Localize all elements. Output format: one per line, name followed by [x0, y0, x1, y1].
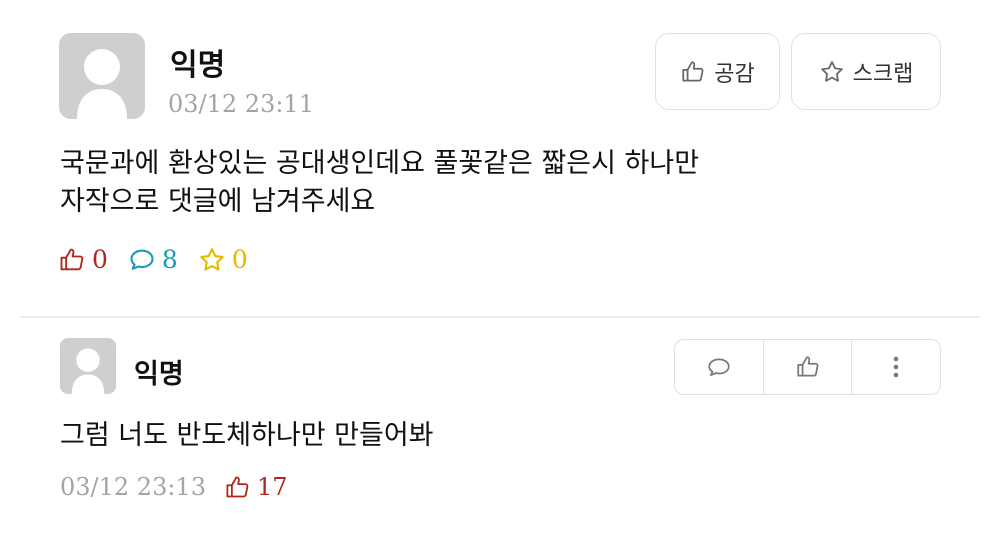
- divider: [20, 316, 980, 318]
- post-author[interactable]: 익명: [170, 40, 225, 84]
- more-button[interactable]: [851, 340, 940, 394]
- comment-bubble-icon: [130, 249, 154, 270]
- more-vertical-icon: [893, 356, 899, 378]
- comment-like-count: 17: [224, 473, 288, 501]
- post-scrap-count: 0: [198, 245, 248, 274]
- post-stats: 0 8 0: [58, 245, 248, 274]
- comment-bubble-icon: [708, 358, 730, 376]
- like-count-value: 0: [92, 245, 108, 274]
- comment-meta: 03/12 23:13 17: [60, 473, 288, 501]
- thumbs-up-icon: [226, 475, 249, 497]
- comment-like-button[interactable]: [762, 340, 852, 394]
- reply-button[interactable]: [675, 340, 763, 394]
- post-content: 국문과에 환상있는 공대생인데요 풀꽃같은 짧은시 하나만 자작으로 댓글에 남…: [60, 145, 699, 221]
- post-content-line: 국문과에 환상있는 공대생인데요 풀꽃같은 짧은시 하나만: [60, 148, 700, 179]
- post-comment-count: 8: [128, 245, 178, 274]
- avatar-placeholder-icon: [71, 348, 105, 394]
- comment-actions: [674, 339, 941, 395]
- like-button-label: 공감: [714, 61, 755, 87]
- scrap-count-value: 0: [231, 245, 248, 274]
- like-button[interactable]: 공감: [655, 33, 780, 110]
- comment-author[interactable]: 익명: [134, 352, 184, 391]
- scrap-button[interactable]: 스크랩: [791, 33, 941, 110]
- comment-count-value: 8: [161, 245, 178, 274]
- star-icon: [200, 247, 224, 271]
- scrap-button-label: 스크랩: [852, 61, 914, 87]
- comment-timestamp: 03/12 23:13: [60, 473, 206, 501]
- thumbs-up-icon: [682, 60, 704, 82]
- post-content-line: 자작으로 댓글에 남겨주세요: [60, 186, 376, 217]
- thumbs-up-icon: [796, 356, 818, 377]
- post-like-count: 0: [58, 245, 108, 274]
- star-icon: [820, 60, 843, 82]
- comment-like-count-value: 17: [256, 473, 288, 501]
- comment-content: 그럼 너도 반도체하나만 만들어봐: [60, 420, 434, 451]
- avatar-placeholder-icon: [77, 49, 127, 119]
- comment-avatar: [60, 338, 116, 394]
- post-avatar: [59, 33, 145, 119]
- thumbs-up-icon: [60, 248, 84, 270]
- post-timestamp: 03/12 23:11: [168, 90, 314, 118]
